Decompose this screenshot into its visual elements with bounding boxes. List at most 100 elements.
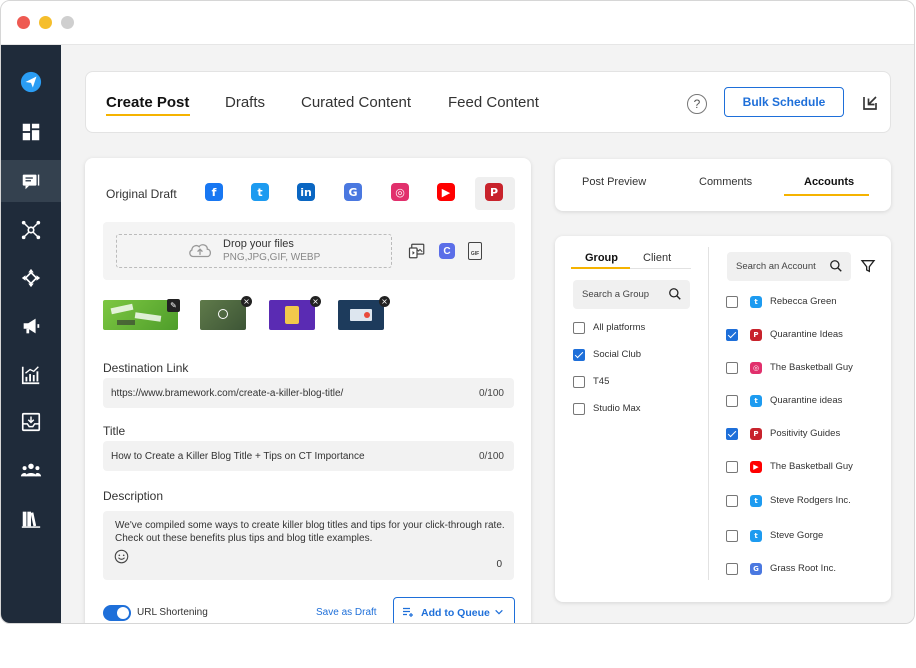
add-to-queue-label: Add to Queue [421,607,490,619]
twitter-icon: t [750,530,762,542]
account-checkbox[interactable] [726,563,738,575]
tab-curated-content[interactable]: Curated Content [301,94,411,111]
library-icon[interactable] [1,498,61,540]
file-drop-zone[interactable]: Drop your files PNG,JPG,GIF, WEBP [116,234,392,268]
tab-comments[interactable]: Comments [699,176,752,188]
account-label: Rebecca Green [770,296,837,307]
filter-icon[interactable] [860,258,876,274]
inbox-icon[interactable] [1,401,61,443]
group-label: Social Club [593,349,642,360]
sidebar [1,45,61,623]
tab-feed-content[interactable]: Feed Content [448,94,539,111]
edit-icon[interactable]: ✎ [167,299,180,312]
title-input[interactable]: How to Create a Killer Blog Title + Tips… [103,441,514,471]
twitter-icon: t [750,296,762,308]
twitter-icon[interactable]: t [251,183,269,201]
active-tab-underline [571,267,630,269]
destination-link-label: Destination Link [103,361,189,375]
remove-media-icon[interactable]: × [310,296,321,307]
drop-files-title: Drop your files [223,238,294,250]
analytics-icon[interactable] [1,354,61,396]
facebook-icon[interactable]: f [205,183,223,201]
media-thumbnail[interactable] [338,300,384,330]
google-business-icon[interactable]: G [344,183,362,201]
search-icon[interactable] [829,259,843,273]
tab-post-preview[interactable]: Post Preview [582,176,646,188]
youtube-icon: ▶ [750,461,762,473]
add-to-queue-button[interactable]: Add to Queue [393,597,515,623]
tab-group[interactable]: Group [585,252,618,264]
team-icon[interactable] [1,449,61,491]
tab-client[interactable]: Client [643,252,671,264]
google-business-icon: G [750,563,762,575]
posts-icon[interactable] [1,160,61,202]
account-checkbox[interactable] [726,530,738,542]
group-label: All platforms [593,322,646,333]
original-draft-label: Original Draft [106,187,177,201]
media-thumbnail[interactable] [200,300,246,330]
instagram-icon: ◎ [750,362,762,374]
minimize-window-button[interactable] [39,16,52,29]
dashboard-icon[interactable] [1,111,61,153]
youtube-icon[interactable]: ▶ [437,183,455,201]
instagram-icon[interactable]: ◎ [391,183,409,201]
active-tab-underline [106,114,190,116]
account-checkbox[interactable] [726,428,738,440]
description-textarea[interactable]: We've compiled some ways to create kille… [103,511,514,580]
account-checkbox[interactable] [726,329,738,341]
account-label: Steve Gorge [770,530,824,541]
destination-link-input[interactable]: https://www.bramework.com/create-a-kille… [103,378,514,408]
preview-tabs-card: Post Preview Comments Accounts [555,159,891,211]
tab-accounts[interactable]: Accounts [804,176,854,188]
main-content: Create Post Drafts Curated Content Feed … [61,45,914,623]
group-checkbox[interactable] [573,376,585,388]
tab-drafts[interactable]: Drafts [225,94,265,111]
twitter-icon: t [750,395,762,407]
title-value: How to Create a Killer Blog Title + Tips… [111,451,365,462]
search-account-placeholder: Search an Account [736,261,816,272]
remove-media-icon[interactable]: × [379,296,390,307]
emoji-icon[interactable] [114,549,129,564]
destination-link-value: https://www.bramework.com/create-a-kille… [111,388,344,399]
megaphone-icon[interactable] [1,305,61,347]
help-icon[interactable]: ? [687,94,707,114]
remove-media-icon[interactable]: × [241,296,252,307]
group-checkbox[interactable] [573,403,585,415]
group-checkbox[interactable] [573,349,585,361]
title-bar [1,1,914,45]
search-icon[interactable] [668,287,682,301]
media-library-icon[interactable] [408,242,426,260]
post-editor-card: Original Draft f t in G ◎ ▶ P Drop your … [85,158,531,623]
media-thumbnail[interactable] [269,300,315,330]
maximize-window-button[interactable] [61,16,74,29]
panel-divider [708,247,709,580]
bulk-schedule-button[interactable]: Bulk Schedule [724,87,844,117]
account-checkbox[interactable] [726,495,738,507]
account-checkbox[interactable] [726,461,738,473]
account-checkbox[interactable] [726,296,738,308]
search-account-input[interactable]: Search an Account [727,252,851,281]
export-icon[interactable] [861,94,879,112]
chevron-down-icon[interactable] [494,607,504,617]
group-checkbox[interactable] [573,322,585,334]
description-value: We've compiled some ways to create kille… [115,520,505,544]
account-checkbox[interactable] [726,395,738,407]
linkedin-icon[interactable]: in [297,183,315,201]
gif-icon[interactable]: GIF [468,242,482,260]
account-label: Quarantine Ideas [770,329,843,340]
pinterest-icon[interactable]: P [485,183,503,201]
close-window-button[interactable] [17,16,30,29]
move-icon[interactable] [1,257,61,299]
canva-icon[interactable]: C [439,243,455,259]
search-group-input[interactable]: Search a Group [573,280,690,309]
save-as-draft-link[interactable]: Save as Draft [316,607,377,618]
account-checkbox[interactable] [726,362,738,374]
tab-create-post[interactable]: Create Post [106,94,189,111]
group-label: T45 [593,376,610,387]
url-shortening-toggle[interactable] [103,605,131,621]
send-logo-icon[interactable] [1,61,61,103]
network-icon[interactable] [1,209,61,251]
app-window: Create Post Drafts Curated Content Feed … [0,0,915,624]
group-label: Studio Max [593,403,641,414]
pinterest-icon: P [750,329,762,341]
